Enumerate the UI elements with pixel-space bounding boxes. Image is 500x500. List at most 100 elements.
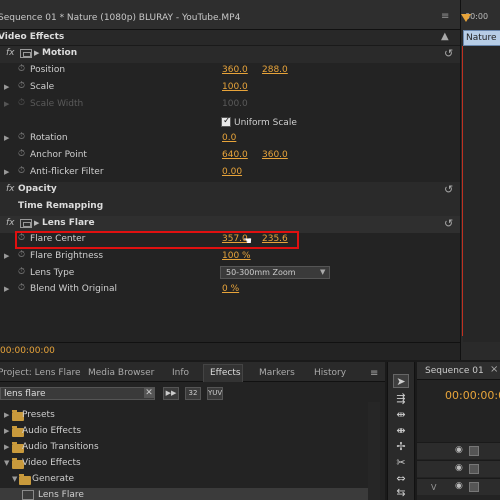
sequence-tab[interactable]: Sequence 01 ×: [417, 362, 500, 380]
stopwatch-icon[interactable]: ⏱: [18, 251, 27, 260]
expand-triangle-icon[interactable]: ▶: [4, 285, 9, 293]
stopwatch-icon[interactable]: ⏱: [18, 133, 27, 142]
rolling-edit-tool-icon[interactable]: ⇼: [393, 424, 409, 438]
collapse-arrow-icon[interactable]: ▲: [441, 31, 449, 42]
effect-transform-icon[interactable]: [20, 219, 32, 228]
track-row: V ◉: [417, 478, 500, 495]
tab-media-browser[interactable]: Media Browser: [88, 368, 154, 378]
effect-controls-tab-title[interactable]: Sequence 01 * Nature (1080p) BLURAY - Yo…: [0, 13, 240, 23]
playhead-line: [462, 46, 463, 336]
expand-triangle-icon[interactable]: ▶: [4, 427, 9, 435]
collapse-triangle-icon[interactable]: ▼: [12, 475, 17, 483]
expand-triangle-icon[interactable]: ▶: [34, 49, 39, 57]
tab-effects[interactable]: Effects: [210, 368, 241, 378]
sequence-timecode[interactable]: 00:00:00:00: [445, 389, 500, 402]
tree-item-audio-effects[interactable]: ▶ Audio Effects: [0, 424, 380, 440]
reset-icon[interactable]: ↺: [444, 183, 453, 196]
stopwatch-icon[interactable]: ⏱: [18, 284, 27, 293]
razor-tool-icon[interactable]: ✂: [393, 456, 409, 470]
close-icon[interactable]: ×: [490, 364, 498, 375]
blend-value[interactable]: 0 %: [222, 284, 239, 294]
expand-triangle-icon[interactable]: ▶: [4, 83, 9, 91]
expand-triangle-icon[interactable]: ▶: [4, 168, 9, 176]
expand-triangle-icon[interactable]: ▶: [4, 411, 9, 419]
motion-effect-row[interactable]: fx ▶ Motion ↺: [0, 46, 460, 63]
track-select-tool-icon[interactable]: ⇶: [393, 392, 409, 406]
expand-triangle-icon[interactable]: ▶: [4, 134, 9, 142]
tree-label: Video Effects: [22, 458, 81, 468]
lens-type-dropdown[interactable]: 50-300mm Zoom ▼: [220, 266, 330, 279]
position-row: ⏱ Position 360.0 288.0: [0, 63, 460, 80]
position-label: Position: [30, 65, 66, 75]
slip-tool-icon[interactable]: ⇔: [393, 472, 409, 486]
stopwatch-icon[interactable]: ⏱: [18, 82, 27, 91]
stopwatch-icon[interactable]: ⏱: [18, 167, 27, 176]
effect-controls-tab-bar: Sequence 01 * Nature (1080p) BLURAY - Yo…: [0, 0, 460, 30]
tree-item-video-effects[interactable]: ▼ Video Effects: [0, 456, 380, 472]
tab-history[interactable]: History: [314, 368, 346, 378]
time-ruler[interactable]: 00:00: [461, 0, 500, 30]
motion-transform-icon[interactable]: [20, 49, 32, 58]
effects-search-input[interactable]: lens flare ✕: [0, 387, 155, 400]
fx-icon[interactable]: fx: [6, 218, 15, 228]
uniform-scale-checkbox[interactable]: [221, 116, 231, 127]
position-y-value[interactable]: 288.0: [262, 65, 288, 75]
accelerated-effects-icon[interactable]: ▶▶: [163, 387, 179, 400]
tab-project[interactable]: Project: Lens Flare: [0, 368, 81, 378]
eye-icon[interactable]: ◉: [455, 464, 465, 473]
yuv-button[interactable]: YUV: [207, 387, 223, 400]
position-x-value[interactable]: 360.0: [222, 65, 248, 75]
rate-stretch-tool-icon[interactable]: ✢: [393, 440, 409, 454]
selection-tool-icon[interactable]: ➤: [393, 374, 409, 388]
dropdown-arrow-icon: ▼: [320, 268, 326, 276]
toggle-sync-lock-icon[interactable]: [469, 482, 479, 492]
track-row: ◉: [417, 460, 500, 477]
32bit-button[interactable]: 32: [185, 387, 201, 400]
tab-info[interactable]: Info: [172, 368, 189, 378]
scrollbar[interactable]: [368, 402, 380, 500]
uniform-scale-label: Uniform Scale: [234, 118, 297, 128]
anchor-y-value[interactable]: 360.0: [262, 150, 288, 160]
panel-menu-icon[interactable]: ≡: [370, 368, 378, 379]
reset-icon[interactable]: ↺: [444, 47, 453, 60]
panel-menu-icon[interactable]: ≡: [441, 11, 451, 22]
stopwatch-icon[interactable]: ⏱: [18, 268, 27, 277]
stopwatch-icon[interactable]: ⏱: [18, 150, 27, 159]
tree-item-audio-transitions[interactable]: ▶ Audio Transitions: [0, 440, 380, 456]
scale-width-row: ▶ ⏱ Scale Width 100.0: [0, 97, 460, 114]
playhead-icon[interactable]: [461, 14, 471, 22]
time-remapping-row[interactable]: Time Remapping: [0, 199, 460, 216]
scale-value[interactable]: 100.0: [222, 82, 248, 92]
tree-item-lens-flare[interactable]: Lens Flare: [0, 488, 380, 500]
fx-icon[interactable]: fx: [6, 184, 15, 194]
tab-markers[interactable]: Markers: [259, 368, 295, 378]
fx-icon[interactable]: fx: [6, 48, 15, 58]
slide-tool-icon[interactable]: ⇆: [393, 486, 409, 500]
toggle-sync-lock-icon[interactable]: [469, 446, 479, 456]
expand-triangle-icon[interactable]: ▶: [34, 219, 39, 227]
stopwatch-icon[interactable]: ⏱: [18, 65, 27, 74]
video-effects-header: Video Effects ▲: [0, 30, 460, 46]
clear-search-icon[interactable]: ✕: [144, 388, 154, 398]
expand-triangle-icon[interactable]: ▶: [4, 252, 9, 260]
opacity-effect-row[interactable]: fx Opacity ↺: [0, 182, 460, 199]
eye-icon[interactable]: ◉: [455, 482, 465, 491]
toggle-sync-lock-icon[interactable]: [469, 464, 479, 474]
ripple-edit-tool-icon[interactable]: ⇹: [393, 408, 409, 422]
panel-tab-bar: Project: Lens Flare Media Browser Info E…: [0, 362, 385, 382]
expand-triangle-icon[interactable]: ▶: [4, 443, 9, 451]
reset-icon[interactable]: ↺: [444, 217, 453, 230]
clip-bar[interactable]: Nature (1: [463, 30, 500, 46]
anchor-point-label: Anchor Point: [30, 150, 87, 160]
eye-icon[interactable]: ◉: [455, 446, 465, 455]
tree-item-generate[interactable]: ▼ Generate: [0, 472, 380, 488]
current-time-display[interactable]: 00:00:00:00: [0, 346, 55, 356]
tree-item-presets[interactable]: ▶ Presets: [0, 408, 380, 424]
rotation-value[interactable]: 0.0: [222, 133, 236, 143]
flare-brightness-label: Flare Brightness: [30, 251, 104, 261]
scale-row: ▶ ⏱ Scale 100.0: [0, 80, 460, 97]
flare-brightness-value[interactable]: 100 %: [222, 251, 251, 261]
collapse-triangle-icon[interactable]: ▼: [4, 459, 9, 467]
anchor-x-value[interactable]: 640.0: [222, 150, 248, 160]
anti-flicker-value[interactable]: 0.00: [222, 167, 242, 177]
